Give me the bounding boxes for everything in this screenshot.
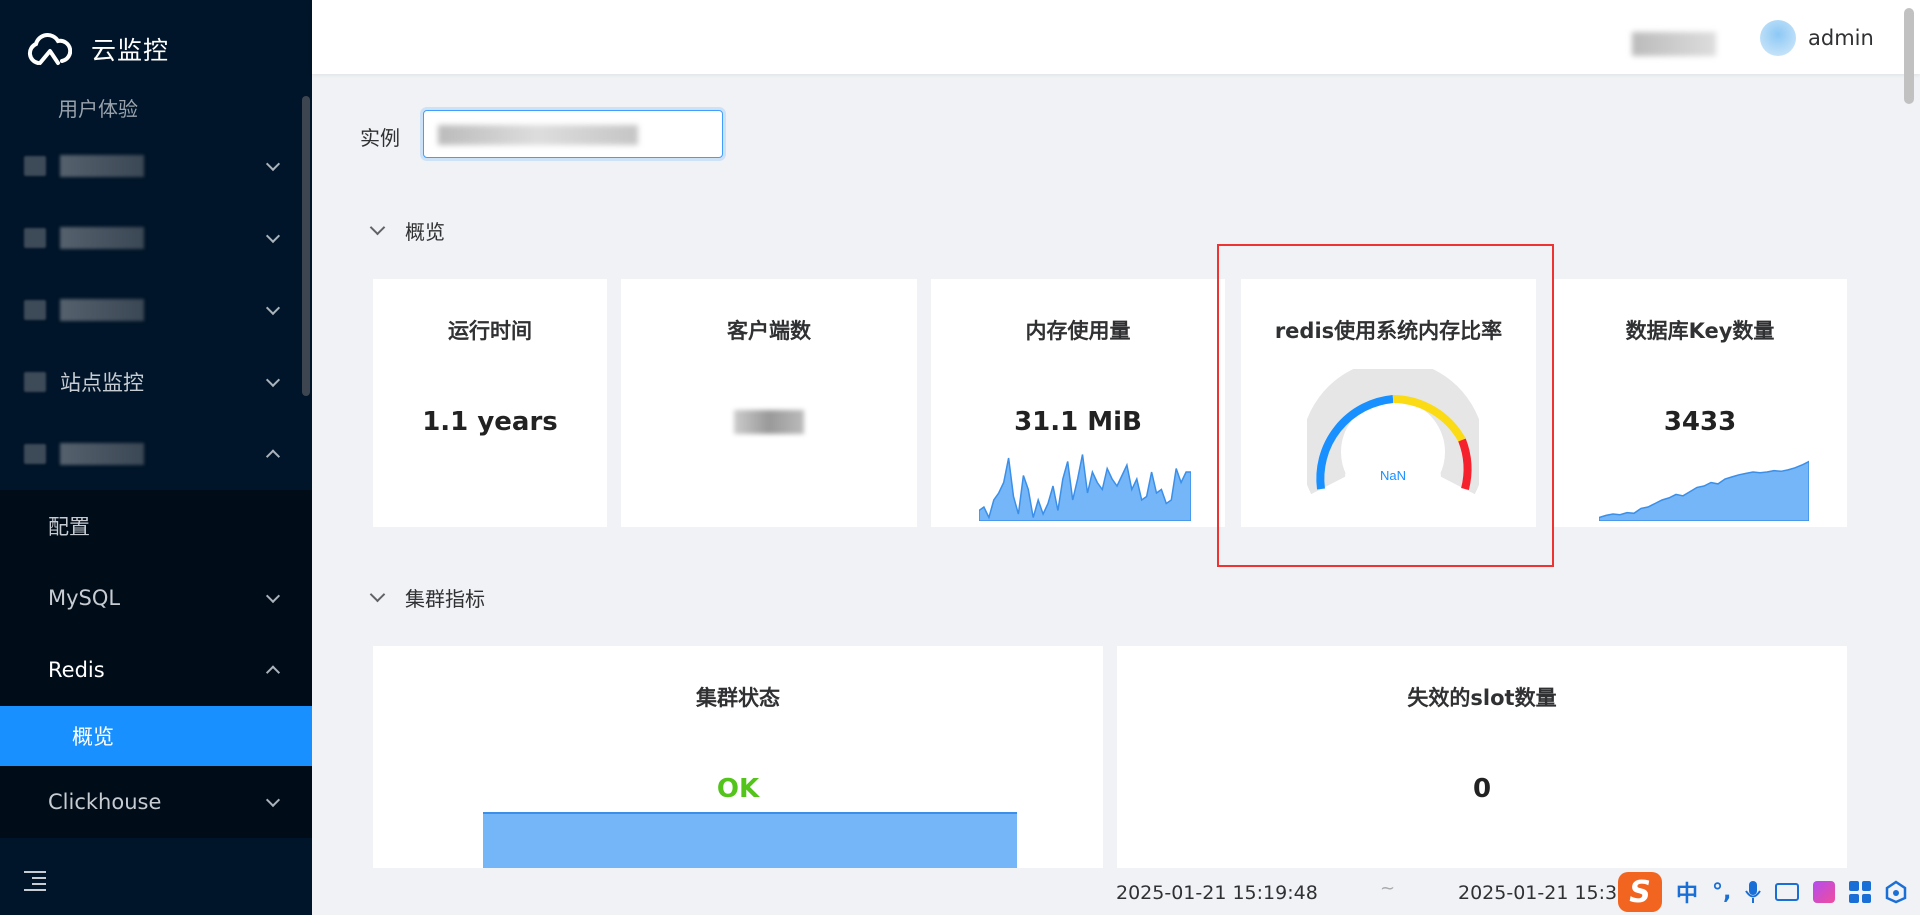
apps-grid-icon[interactable] — [1849, 881, 1872, 903]
redacted-label — [60, 227, 144, 249]
sogou-logo-icon[interactable]: S — [1618, 872, 1662, 912]
redacted-label — [60, 155, 144, 177]
sidebar-item-group-1[interactable] — [0, 130, 312, 202]
menu-icon — [24, 372, 46, 392]
status-bar — [483, 812, 1017, 868]
chevron-down-icon — [265, 300, 281, 316]
section-title: 概览 — [405, 220, 445, 244]
card-title: 失效的slot数量 — [1407, 686, 1557, 710]
page-scrollbar[interactable] — [1904, 8, 1914, 104]
submenu: 配置 MySQL Redis 概览 Clickhouse — [0, 490, 312, 838]
chevron-down-icon — [265, 588, 281, 604]
card-title: 集群状态 — [696, 686, 780, 710]
submenu-redis: 概览 — [0, 706, 312, 766]
card-value: 31.1 MiB — [1014, 407, 1142, 437]
sidebar-item-redis[interactable]: Redis — [0, 634, 312, 706]
sidebar-item-label: 用户体验 — [58, 97, 138, 121]
menu-icon — [24, 228, 46, 248]
redacted-header-text — [1632, 32, 1716, 56]
app-title: 云监控 — [91, 36, 170, 65]
card-title: 内存使用量 — [1025, 319, 1131, 343]
sidebar: 云监控 用户体验 站点监控 配置 MySQL Redis 概览 Clickhou… — [0, 0, 312, 915]
card-title: 客户端数 — [727, 319, 811, 343]
sidebar-item-group-3[interactable] — [0, 274, 312, 346]
instance-label: 实例 — [360, 126, 400, 150]
section-cluster[interactable]: 集群指标 — [369, 583, 485, 612]
chevron-up-icon — [265, 449, 281, 464]
menu-collapse-icon[interactable] — [24, 870, 48, 891]
time-range-separator: ~ — [1380, 878, 1396, 899]
sidebar-item-label: Clickhouse — [48, 790, 162, 814]
sidebar-item-config[interactable]: 配置 — [0, 490, 312, 562]
sidebar-item-label: Redis — [48, 658, 105, 682]
top-header: admin — [312, 0, 1920, 74]
sparkline-area — [1599, 460, 1809, 521]
avatar[interactable] — [1760, 20, 1796, 56]
memory-sparkline — [979, 454, 1191, 521]
card-cluster-status: 集群状态 OK — [373, 646, 1103, 868]
sidebar-item-group-5[interactable] — [0, 418, 312, 490]
ime-toolbar: S 中 °, — [1618, 872, 1907, 912]
card-title: 数据库Key数量 — [1625, 319, 1775, 343]
card-value: 1.1 years — [422, 407, 558, 437]
chevron-up-icon — [265, 665, 281, 680]
chevron-down-icon — [369, 219, 386, 236]
chevron-down-icon — [265, 228, 281, 244]
section-title: 集群指标 — [405, 587, 485, 611]
redacted-label — [60, 443, 144, 465]
sidebar-menu: 用户体验 站点监控 配置 MySQL Redis 概览 Clickhouse — [0, 80, 312, 845]
sidebar-scrollbar[interactable] — [302, 96, 310, 396]
redacted-instance-value — [438, 125, 638, 145]
skin-icon[interactable] — [1813, 881, 1836, 903]
redacted-label — [60, 299, 144, 321]
status-value: OK — [716, 774, 760, 804]
card-value: 0 — [1472, 774, 1492, 804]
keyboard-icon[interactable] — [1775, 883, 1800, 901]
db-keys-sparkline — [1599, 460, 1809, 521]
ime-punct[interactable]: °, — [1712, 880, 1731, 905]
sparkline-area — [979, 454, 1191, 521]
card-title: 运行时间 — [448, 319, 532, 343]
card-clients: 客户端数 — [621, 279, 917, 527]
highlight-box — [1217, 244, 1554, 567]
card-uptime: 运行时间 1.1 years — [373, 279, 607, 527]
menu-icon — [24, 444, 46, 464]
cloud-logo-icon — [27, 33, 72, 65]
time-range-end[interactable]: 2025-01-21 15:34 — [1458, 882, 1629, 904]
sidebar-item-mysql[interactable]: MySQL — [0, 562, 312, 634]
card-db-keys: 数据库Key数量 3433 — [1553, 279, 1847, 527]
sidebar-item-label: 概览 — [72, 725, 114, 749]
sidebar-item-site-monitor[interactable]: 站点监控 — [0, 346, 312, 418]
microphone-icon[interactable] — [1745, 880, 1762, 904]
user-name[interactable]: admin — [1808, 26, 1874, 50]
sidebar-item-label: MySQL — [48, 586, 121, 610]
ime-mode[interactable]: 中 — [1676, 876, 1698, 908]
sidebar-item-label: 配置 — [48, 515, 90, 539]
time-range-start[interactable]: 2025-01-21 15:19:48 — [1116, 882, 1318, 904]
menu-icon — [24, 300, 46, 320]
section-overview[interactable]: 概览 — [369, 216, 445, 245]
chevron-down-icon — [265, 372, 281, 388]
instance-select[interactable] — [423, 110, 723, 158]
sidebar-item-user-experience[interactable]: 用户体验 — [0, 80, 312, 130]
menu-icon — [24, 156, 46, 176]
card-failed-slots: 失效的slot数量 0 — [1117, 646, 1847, 868]
sidebar-footer — [0, 845, 312, 915]
redacted-value — [734, 410, 804, 434]
sidebar-item-redis-overview[interactable]: 概览 — [0, 706, 312, 766]
sidebar-item-label: 站点监控 — [60, 371, 144, 395]
settings-icon[interactable] — [1885, 880, 1907, 904]
chevron-down-icon — [265, 156, 281, 172]
chevron-down-icon — [265, 792, 281, 808]
card-value: 3433 — [1663, 407, 1737, 437]
chevron-down-icon — [369, 586, 386, 603]
card-memory: 内存使用量 31.1 MiB — [931, 279, 1225, 527]
sidebar-item-group-2[interactable] — [0, 202, 312, 274]
sidebar-item-clickhouse[interactable]: Clickhouse — [0, 766, 312, 838]
